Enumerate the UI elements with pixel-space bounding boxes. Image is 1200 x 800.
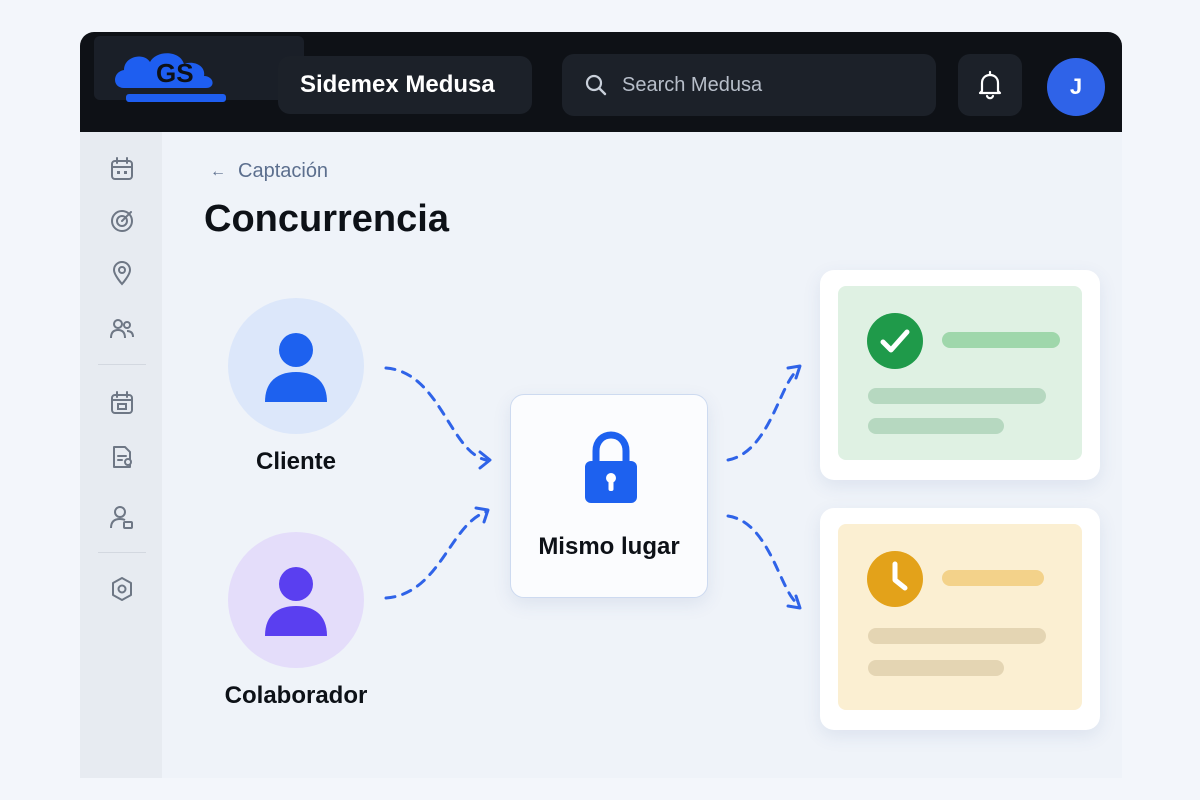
person-icon [265,567,327,636]
pending-card [820,508,1100,730]
collaborator-label: Colaborador [224,682,368,709]
arrowhead [786,364,802,380]
placeholder-line [868,628,1046,644]
approved-card-body [838,286,1082,460]
check-circle-icon [867,313,923,369]
same-place-card: Mismo lugar [510,394,708,598]
placeholder-line [942,332,1060,348]
placeholder-line [868,388,1046,404]
client-avatar [228,298,364,434]
app-window: GS Sidemex Medusa Search Medusa J ← Capt… [80,32,1122,778]
same-place-label: Mismo lugar [538,533,680,560]
pending-card-body [838,524,1082,710]
placeholder-line [868,418,1004,434]
arrowhead [786,594,802,610]
arrow-collaborator-to-center [384,510,488,600]
approved-card [820,270,1100,480]
arrow-center-to-approved [726,368,800,462]
lock-icon [585,431,637,503]
collaborator-avatar [228,532,364,668]
person-icon [265,333,327,402]
arrow-center-to-pending [726,514,800,606]
arrow-client-to-center [384,366,488,462]
clock-icon [867,551,923,607]
placeholder-line [942,570,1044,586]
placeholder-line [868,660,1004,676]
client-label: Cliente [255,448,336,475]
